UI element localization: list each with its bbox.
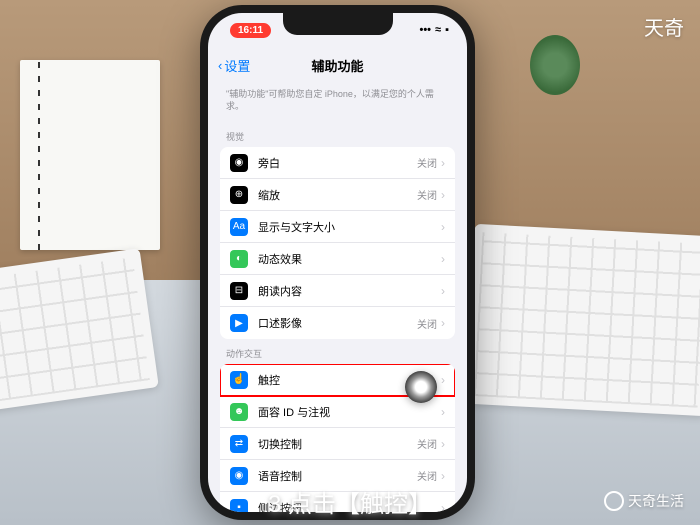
vision-icon-0: ◉ bbox=[230, 154, 248, 172]
notch bbox=[283, 13, 393, 35]
motor-label-1: 面容 ID 与注视 bbox=[258, 404, 441, 420]
assistive-touch-button[interactable] bbox=[405, 371, 437, 403]
iphone-frame: 16:11 ••• ≈ ▪ ‹ 设置 辅助功能 "辅助功能"可帮助您自定 iPh… bbox=[200, 5, 475, 520]
chevron-right-icon: › bbox=[441, 405, 445, 419]
motor-icon-3: ◉ bbox=[230, 467, 248, 485]
status-time: 16:11 bbox=[230, 23, 271, 38]
plant-prop bbox=[530, 35, 580, 95]
instruction-caption: 3.点击【触控】 bbox=[268, 484, 432, 519]
section-header-motor: 动作交互 bbox=[220, 339, 455, 364]
motor-icon-0: ☝ bbox=[230, 371, 248, 389]
notebook-prop bbox=[20, 60, 160, 250]
keyboard-left bbox=[0, 248, 159, 412]
watermark-bottom-right: 天奇生活 bbox=[604, 491, 684, 511]
vision-label-3: 动态效果 bbox=[258, 251, 441, 267]
motor-value-3: 关闭 bbox=[417, 468, 437, 483]
back-button[interactable]: ‹ 设置 bbox=[218, 56, 250, 75]
vision-label-0: 旁白 bbox=[258, 155, 417, 171]
chevron-right-icon: › bbox=[441, 252, 445, 266]
nav-bar: ‹ 设置 辅助功能 bbox=[208, 47, 467, 83]
chevron-left-icon: ‹ bbox=[218, 58, 222, 73]
vision-row-2[interactable]: Aa 显示与文字大小› bbox=[220, 211, 455, 243]
section-header-vision: 视觉 bbox=[220, 122, 455, 147]
chevron-right-icon: › bbox=[441, 156, 445, 170]
motor-icon-4: ▪ bbox=[230, 499, 248, 512]
battery-icon: ▪ bbox=[445, 24, 449, 36]
motor-label-3: 语音控制 bbox=[258, 468, 417, 484]
scroll-content[interactable]: "辅助功能"可帮助您自定 iPhone，以满足您的个人需求。 视觉 ◉旁白关闭›… bbox=[208, 83, 467, 512]
keyboard-right bbox=[465, 224, 700, 416]
vision-label-5: 口述影像 bbox=[258, 315, 417, 331]
vision-list: ◉旁白关闭›⊕缩放关闭›Aa显示与文字大小›◐动态效果›⊟朗读内容›▶口述影像关… bbox=[220, 147, 455, 339]
motor-icon-2: ⇄ bbox=[230, 435, 248, 453]
vision-value-5: 关闭 bbox=[417, 316, 437, 331]
vision-label-4: 朗读内容 bbox=[258, 283, 441, 299]
back-label: 设置 bbox=[224, 56, 250, 75]
vision-value-1: 关闭 bbox=[417, 187, 437, 202]
chevron-right-icon: › bbox=[441, 316, 445, 330]
vision-row-0[interactable]: ◉ 旁白关闭 › bbox=[220, 147, 455, 179]
vision-label-2: 显示与文字大小 bbox=[258, 219, 441, 235]
vision-row-5[interactable]: ▶ 口述影像关闭 › bbox=[220, 307, 455, 339]
vision-row-4[interactable]: ⊟ 朗读内容› bbox=[220, 275, 455, 307]
signal-icon: ••• bbox=[419, 24, 431, 36]
chevron-right-icon: › bbox=[441, 220, 445, 234]
vision-icon-3: ◐ bbox=[230, 250, 248, 268]
vision-icon-4: ⊟ bbox=[230, 282, 248, 300]
iphone-screen: 16:11 ••• ≈ ▪ ‹ 设置 辅助功能 "辅助功能"可帮助您自定 iPh… bbox=[208, 13, 467, 512]
motor-icon-1: ☻ bbox=[230, 403, 248, 421]
vision-label-1: 缩放 bbox=[258, 187, 417, 203]
motor-label-2: 切换控制 bbox=[258, 436, 417, 452]
vision-row-1[interactable]: ⊕ 缩放关闭 › bbox=[220, 179, 455, 211]
chevron-right-icon: › bbox=[441, 284, 445, 298]
chevron-right-icon: › bbox=[441, 437, 445, 451]
vision-value-0: 关闭 bbox=[417, 155, 437, 170]
chevron-right-icon: › bbox=[441, 188, 445, 202]
chevron-right-icon: › bbox=[441, 373, 445, 387]
vision-row-3[interactable]: ◐ 动态效果› bbox=[220, 243, 455, 275]
motor-value-2: 关闭 bbox=[417, 436, 437, 451]
vision-icon-1: ⊕ bbox=[230, 186, 248, 204]
wifi-icon: ≈ bbox=[435, 24, 441, 36]
motor-row-2[interactable]: ⇄ 切换控制关闭 › bbox=[220, 428, 455, 460]
vision-icon-5: ▶ bbox=[230, 314, 248, 332]
page-title: 辅助功能 bbox=[311, 56, 363, 75]
chevron-right-icon: › bbox=[441, 501, 445, 512]
watermark-top-right: 天奇 bbox=[644, 12, 684, 41]
vision-icon-2: Aa bbox=[230, 218, 248, 236]
status-indicators: ••• ≈ ▪ bbox=[419, 24, 449, 36]
description-text: "辅助功能"可帮助您自定 iPhone，以满足您的个人需求。 bbox=[220, 83, 455, 122]
chevron-right-icon: › bbox=[441, 469, 445, 483]
